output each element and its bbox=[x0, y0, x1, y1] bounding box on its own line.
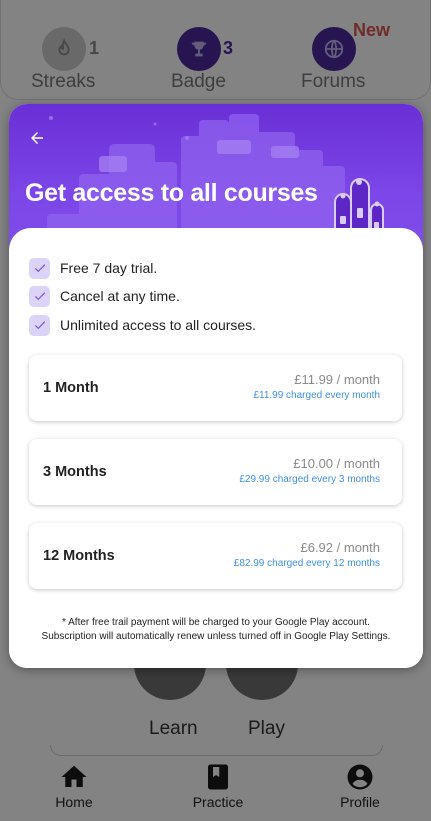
feature-item: Unlimited access to all courses. bbox=[29, 314, 256, 336]
feature-text: Unlimited access to all courses. bbox=[60, 317, 257, 333]
back-arrow-icon bbox=[31, 132, 43, 144]
plan-charge: £11.99 charged every month bbox=[253, 390, 380, 401]
plan-price: £11.99 / month bbox=[294, 372, 380, 387]
plan-price: £10.00 / month bbox=[293, 456, 380, 471]
feature-text: Free 7 day trial. bbox=[60, 260, 158, 276]
check-icon bbox=[29, 314, 50, 336]
feature-item: Free 7 day trial. bbox=[29, 257, 157, 279]
plan-name: 3 Months bbox=[43, 464, 107, 480]
plan-price: £6.92 / month bbox=[300, 540, 380, 555]
plan-12-months[interactable]: 12 Months £6.92 / month £82.99 charged e… bbox=[29, 523, 402, 589]
plan-3-months[interactable]: 3 Months £10.00 / month £29.99 charged e… bbox=[29, 439, 402, 505]
feature-text: Cancel at any time. bbox=[60, 288, 180, 304]
plan-name: 12 Months bbox=[43, 548, 115, 564]
plan-price-amount: £6.92 bbox=[300, 540, 334, 555]
plan-name: 1 Month bbox=[43, 380, 99, 396]
plan-price-period: / month bbox=[333, 540, 380, 555]
back-button[interactable] bbox=[23, 124, 51, 152]
subscription-modal: Get access to all courses Free 7 day tri… bbox=[9, 104, 423, 668]
plan-price-period: / month bbox=[333, 372, 380, 387]
plan-charge: £29.99 charged every 3 months bbox=[239, 474, 380, 485]
modal-title: Get access to all courses bbox=[25, 179, 318, 207]
plan-price-amount: £10.00 bbox=[293, 456, 334, 471]
check-icon bbox=[29, 285, 50, 307]
feature-item: Cancel at any time. bbox=[29, 285, 180, 307]
plan-price-amount: £11.99 bbox=[294, 372, 334, 387]
plan-price-period: / month bbox=[333, 456, 380, 471]
modal-sheet: Free 7 day trial. Cancel at any time. Un… bbox=[9, 228, 423, 668]
plan-1-month[interactable]: 1 Month £11.99 / month £11.99 charged ev… bbox=[29, 355, 402, 421]
check-icon bbox=[29, 257, 50, 279]
subscription-footnote: * After free trail payment will be charg… bbox=[41, 617, 391, 642]
plan-charge: £82.99 charged every 12 months bbox=[233, 558, 380, 569]
